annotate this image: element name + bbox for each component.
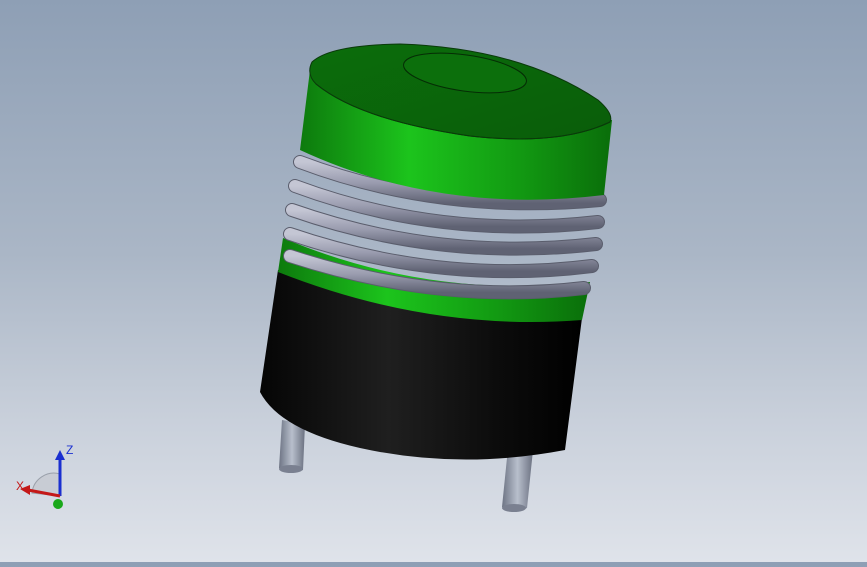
x-axis-label: X xyxy=(16,479,24,493)
y-axis-icon xyxy=(53,499,63,509)
z-axis-label: Z xyxy=(66,443,73,457)
model-canvas[interactable] xyxy=(0,0,867,562)
3d-viewport[interactable] xyxy=(0,0,867,562)
view-orientation-triad[interactable]: Z X xyxy=(10,438,85,518)
